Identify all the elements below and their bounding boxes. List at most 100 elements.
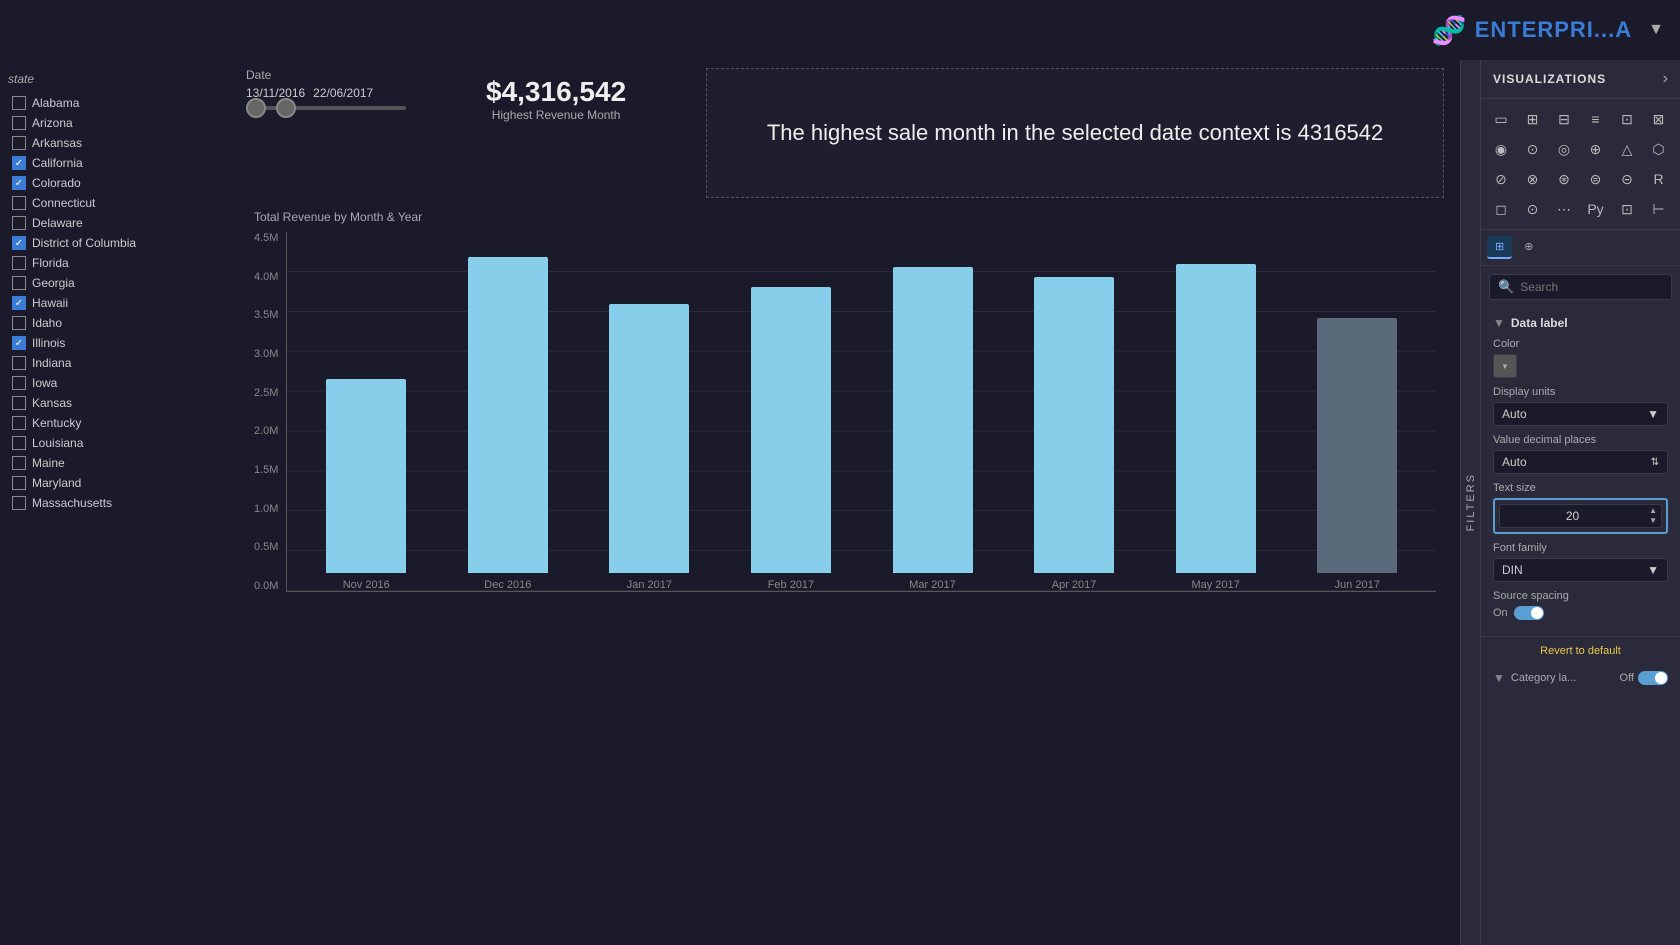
category-label-header[interactable]: ▼ Category la...: [1493, 671, 1576, 685]
scatter-chart-icon[interactable]: ⊡: [1613, 105, 1641, 133]
column-chart-icon[interactable]: ⊞: [1519, 105, 1547, 133]
state-checkbox[interactable]: [12, 96, 26, 110]
state-item[interactable]: Hawaii: [8, 294, 222, 312]
viz-panel-collapse-icon[interactable]: ›: [1663, 70, 1668, 88]
state-item[interactable]: Illinois: [8, 334, 222, 352]
area-chart-icon[interactable]: ≡: [1582, 105, 1610, 133]
state-checkbox[interactable]: [12, 336, 26, 350]
state-checkbox[interactable]: [12, 176, 26, 190]
kpi-icon[interactable]: ⊛: [1550, 165, 1578, 193]
r-script-icon[interactable]: R: [1645, 165, 1673, 193]
bar-group[interactable]: Mar 2017: [862, 232, 1004, 591]
text-size-down[interactable]: ▼: [1645, 516, 1661, 526]
donut-chart-icon[interactable]: ◉: [1487, 135, 1515, 163]
viz-tab-format[interactable]: ⊕: [1516, 236, 1541, 259]
filter-icon[interactable]: ▼: [1648, 21, 1664, 39]
bar[interactable]: [1317, 318, 1397, 573]
state-checkbox[interactable]: [12, 356, 26, 370]
state-item[interactable]: Indiana: [8, 354, 222, 372]
state-item[interactable]: Delaware: [8, 214, 222, 232]
decimal-places-select[interactable]: Auto ⇅: [1493, 450, 1668, 474]
slicer-icon[interactable]: ⊜: [1582, 165, 1610, 193]
slider-handle-left[interactable]: [246, 98, 266, 118]
image-icon[interactable]: ⊙: [1519, 195, 1547, 223]
state-checkbox[interactable]: [12, 376, 26, 390]
text-size-input[interactable]: 20 ▲ ▼: [1499, 504, 1662, 528]
state-checkbox[interactable]: [12, 276, 26, 290]
state-item[interactable]: Florida: [8, 254, 222, 272]
state-checkbox[interactable]: [12, 456, 26, 470]
state-checkbox[interactable]: [12, 256, 26, 270]
state-checkbox[interactable]: [12, 236, 26, 250]
font-family-select[interactable]: DIN ▼: [1493, 558, 1668, 582]
extra2-icon[interactable]: ⊢: [1645, 195, 1673, 223]
search-box[interactable]: 🔍: [1489, 274, 1672, 300]
bar-group[interactable]: Nov 2016: [295, 232, 437, 591]
state-checkbox[interactable]: [12, 316, 26, 330]
state-item[interactable]: Kansas: [8, 394, 222, 412]
revert-to-default[interactable]: Revert to default: [1481, 637, 1680, 665]
state-item[interactable]: Colorado: [8, 174, 222, 192]
category-toggle[interactable]: [1638, 671, 1668, 685]
treemap-icon[interactable]: ⊙: [1519, 135, 1547, 163]
state-item[interactable]: Alabama: [8, 94, 222, 112]
state-checkbox[interactable]: [12, 436, 26, 450]
shape-icon[interactable]: ◻: [1487, 195, 1515, 223]
text-size-up[interactable]: ▲: [1645, 506, 1661, 516]
state-checkbox[interactable]: [12, 136, 26, 150]
bar[interactable]: [468, 257, 548, 573]
state-checkbox[interactable]: [12, 156, 26, 170]
pie-chart-icon[interactable]: ⊠: [1645, 105, 1673, 133]
bar[interactable]: [609, 304, 689, 573]
state-checkbox[interactable]: [12, 416, 26, 430]
state-item[interactable]: Massachusetts: [8, 494, 222, 512]
bar-group[interactable]: Dec 2016: [437, 232, 579, 591]
state-checkbox[interactable]: [12, 296, 26, 310]
bar-group[interactable]: May 2017: [1145, 232, 1287, 591]
state-item[interactable]: Georgia: [8, 274, 222, 292]
state-checkbox[interactable]: [12, 496, 26, 510]
state-item[interactable]: Connecticut: [8, 194, 222, 212]
slider-track[interactable]: [246, 106, 406, 110]
date-slider[interactable]: [246, 106, 446, 110]
state-checkbox[interactable]: [12, 116, 26, 130]
state-item[interactable]: Iowa: [8, 374, 222, 392]
color-swatch[interactable]: ▼: [1493, 354, 1517, 378]
state-item[interactable]: California: [8, 154, 222, 172]
table-icon[interactable]: ⊘: [1487, 165, 1515, 193]
text-size-arrows[interactable]: ▲ ▼: [1645, 506, 1661, 526]
bar[interactable]: [893, 267, 973, 573]
extra1-icon[interactable]: ⊡: [1613, 195, 1641, 223]
search-input[interactable]: [1520, 280, 1675, 294]
display-units-select[interactable]: Auto ▼: [1493, 402, 1668, 426]
source-spacing-toggle[interactable]: [1514, 606, 1544, 620]
matrix-icon[interactable]: ⬡: [1645, 135, 1673, 163]
state-item[interactable]: Louisiana: [8, 434, 222, 452]
bar[interactable]: [1034, 277, 1114, 573]
state-item[interactable]: Idaho: [8, 314, 222, 332]
state-item[interactable]: Maryland: [8, 474, 222, 492]
bar[interactable]: [326, 379, 406, 573]
state-checkbox[interactable]: [12, 196, 26, 210]
line-chart-icon[interactable]: ⊟: [1550, 105, 1578, 133]
map-icon[interactable]: △: [1613, 135, 1641, 163]
custom-icon[interactable]: ⊝: [1613, 165, 1641, 193]
bar[interactable]: [1176, 264, 1256, 573]
filters-collapse-tab[interactable]: FILTERS: [1460, 60, 1480, 945]
slider-handle-right[interactable]: [276, 98, 296, 118]
bar-group[interactable]: Jun 2017: [1286, 232, 1428, 591]
more-icon[interactable]: ⋯: [1550, 195, 1578, 223]
funnel-icon[interactable]: ◎: [1550, 135, 1578, 163]
data-label-header[interactable]: ▼ Data label: [1493, 316, 1668, 330]
bar[interactable]: [751, 287, 831, 573]
state-item[interactable]: Kentucky: [8, 414, 222, 432]
state-item[interactable]: Arkansas: [8, 134, 222, 152]
state-item[interactable]: Maine: [8, 454, 222, 472]
bar-group[interactable]: Apr 2017: [1003, 232, 1145, 591]
bar-group[interactable]: Feb 2017: [720, 232, 862, 591]
viz-tab-fields[interactable]: ⊞: [1487, 236, 1512, 259]
bar-chart-icon[interactable]: ▭: [1487, 105, 1515, 133]
gauge-icon[interactable]: ⊕: [1582, 135, 1610, 163]
state-item[interactable]: Arizona: [8, 114, 222, 132]
state-checkbox[interactable]: [12, 216, 26, 230]
